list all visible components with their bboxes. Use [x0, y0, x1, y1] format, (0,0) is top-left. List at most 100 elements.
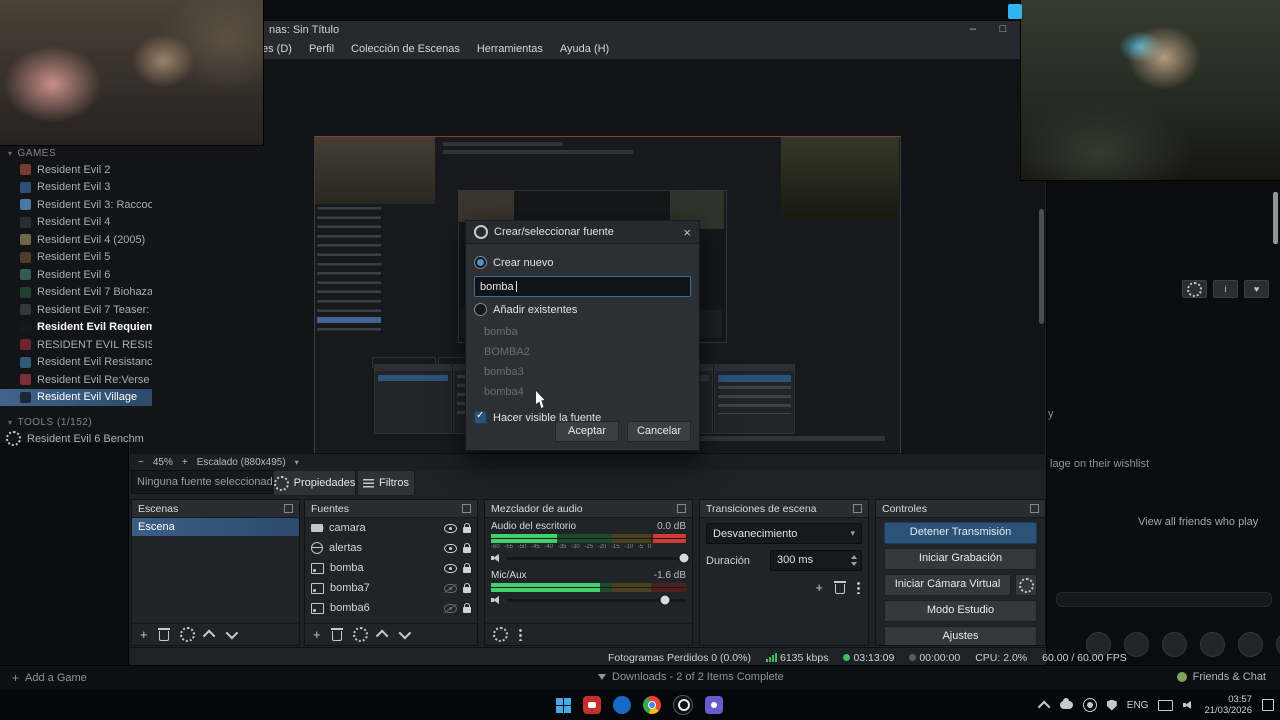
- library-game-item[interactable]: Resident Evil Resistanc: [0, 354, 152, 372]
- move-scene-up-button[interactable]: [202, 629, 216, 643]
- library-game-item[interactable]: Resident Evil 4 (2005): [0, 231, 152, 249]
- avatar[interactable]: [1124, 632, 1149, 657]
- source-list-item[interactable]: bomba7: [305, 578, 477, 598]
- mute-speaker-icon[interactable]: [491, 553, 502, 563]
- scenes-panel-header[interactable]: Escenas: [132, 500, 299, 518]
- menu-item-tools[interactable]: Herramientas: [477, 43, 543, 55]
- downloads-status-button[interactable]: Downloads - 2 of 2 Items Complete: [598, 671, 784, 683]
- clock[interactable]: 03:57 21/03/2026: [1204, 694, 1252, 717]
- source-list-item[interactable]: bomba: [305, 558, 477, 578]
- radio-add-existing[interactable]: Añadir existentes: [474, 303, 691, 316]
- page-wishlist-button[interactable]: ♥: [1244, 280, 1269, 298]
- library-game-item[interactable]: Resident Evil 6: [0, 266, 152, 284]
- volume-slider[interactable]: [507, 553, 689, 563]
- transition-more-button[interactable]: [857, 581, 860, 594]
- visibility-eye-off-icon[interactable]: [444, 583, 457, 593]
- menu-item-scene-collection[interactable]: Colección de Escenas: [351, 43, 460, 55]
- menu-item-help[interactable]: Ayuda (H): [560, 43, 609, 55]
- panel-dock-icon[interactable]: [1030, 504, 1039, 513]
- lock-icon[interactable]: [463, 582, 471, 593]
- touch-keyboard-icon[interactable]: [1158, 699, 1174, 711]
- radio-create-new[interactable]: Crear nuevo: [474, 256, 691, 269]
- tray-shield-icon[interactable]: [1106, 699, 1117, 711]
- source-list-item[interactable]: alertas: [305, 538, 477, 558]
- visibility-eye-icon[interactable]: [444, 543, 457, 553]
- zoom-out-button[interactable]: −: [138, 457, 144, 468]
- lock-icon[interactable]: [463, 542, 471, 553]
- lock-icon[interactable]: [463, 522, 471, 533]
- add-scene-button[interactable]: +: [140, 627, 148, 642]
- menu-item-docks[interactable]: es (D): [262, 43, 292, 55]
- avatar[interactable]: [1238, 632, 1263, 657]
- dialog-titlebar[interactable]: Crear/seleccionar fuente ×: [466, 221, 699, 244]
- games-section-header[interactable]: ▾ GAMES: [0, 145, 152, 161]
- virtual-camera-button[interactable]: Iniciar Cámara Virtual: [884, 574, 1011, 596]
- obs-taskbar-icon[interactable]: [673, 695, 693, 715]
- accept-button[interactable]: Aceptar: [555, 421, 619, 442]
- visibility-eye-icon[interactable]: [444, 563, 457, 573]
- language-indicator[interactable]: ENG: [1127, 700, 1149, 711]
- taskbar-app-blue-icon[interactable]: [613, 696, 631, 714]
- tray-cloud-icon[interactable]: [1059, 698, 1073, 709]
- virtual-camera-settings-button[interactable]: [1015, 574, 1037, 596]
- tray-expand-icon[interactable]: [1037, 700, 1051, 713]
- add-transition-button[interactable]: +: [815, 580, 823, 595]
- visibility-eye-icon[interactable]: [444, 523, 457, 533]
- move-source-up-button[interactable]: [375, 629, 389, 643]
- preview-vertical-scrollbar[interactable]: [1039, 209, 1044, 324]
- notification-center-icon[interactable]: [1262, 699, 1274, 711]
- panel-dock-icon[interactable]: [462, 504, 471, 513]
- close-icon[interactable]: ×: [683, 225, 691, 240]
- move-source-down-button[interactable]: [398, 626, 411, 640]
- page-info-button[interactable]: i: [1213, 280, 1238, 298]
- library-game-item[interactable]: Resident Evil Requiem: [0, 319, 152, 337]
- studio-mode-button[interactable]: Modo Estudio: [884, 600, 1037, 622]
- source-list-item[interactable]: camara: [305, 518, 477, 538]
- taskbar-app-purple-icon[interactable]: [705, 696, 723, 714]
- lock-icon[interactable]: [463, 602, 471, 613]
- maximize-button[interactable]: □: [996, 23, 1010, 35]
- page-settings-button[interactable]: [1182, 280, 1207, 298]
- library-tool-item[interactable]: Resident Evil 6 Benchm: [0, 430, 152, 448]
- page-scrollbar[interactable]: [1273, 192, 1278, 244]
- scene-filters-button[interactable]: [179, 627, 195, 642]
- library-game-item[interactable]: Resident Evil 7 Biohaza: [0, 284, 152, 302]
- friends-chat-button[interactable]: Friends & Chat: [1176, 671, 1266, 683]
- library-game-item[interactable]: Resident Evil 3: [0, 179, 152, 197]
- library-game-item-selected[interactable]: Resident Evil Village: [0, 388, 152, 406]
- volume-slider-handle[interactable]: [679, 553, 689, 563]
- existing-source-item[interactable]: BOMBA2: [484, 342, 691, 362]
- remove-source-button[interactable]: [330, 628, 343, 641]
- visibility-eye-off-icon[interactable]: [444, 603, 457, 613]
- source-properties-button[interactable]: [352, 627, 368, 642]
- scene-list-item[interactable]: Escena: [132, 518, 299, 536]
- library-game-item[interactable]: Resident Evil Re:Verse: [0, 371, 152, 389]
- mixer-panel-header[interactable]: Mezclador de audio: [485, 500, 692, 518]
- library-game-item[interactable]: Resident Evil 2: [0, 161, 152, 179]
- tools-section-header[interactable]: ▾ TOOLS (1/152): [0, 414, 152, 430]
- lock-icon[interactable]: [463, 562, 471, 573]
- existing-source-item[interactable]: bomba: [484, 322, 691, 342]
- controls-panel-header[interactable]: Controles: [876, 500, 1045, 518]
- library-game-item[interactable]: Resident Evil 4: [0, 214, 152, 232]
- taskbar-app-red-icon[interactable]: [583, 696, 601, 714]
- menu-item-profile[interactable]: Perfil: [309, 43, 334, 55]
- library-game-item[interactable]: Resident Evil 5: [0, 249, 152, 267]
- avatar[interactable]: [1162, 632, 1187, 657]
- transitions-panel-header[interactable]: Transiciones de escena: [700, 500, 868, 518]
- library-game-item[interactable]: Resident Evil 3: Raccoo: [0, 196, 152, 214]
- zoom-in-button[interactable]: +: [182, 457, 188, 468]
- filters-button[interactable]: Filtros: [357, 470, 415, 496]
- transition-select[interactable]: Desvanecimiento ▾: [706, 523, 862, 544]
- library-game-item[interactable]: RESIDENT EVIL RESISTA: [0, 336, 152, 354]
- existing-source-item[interactable]: bomba3: [484, 362, 691, 382]
- settings-button[interactable]: Ajustes: [884, 626, 1037, 645]
- cancel-button[interactable]: Cancelar: [627, 421, 691, 442]
- mute-speaker-icon[interactable]: [491, 595, 502, 605]
- mixer-settings-button[interactable]: [493, 627, 508, 642]
- source-list-item[interactable]: bomba6: [305, 598, 477, 618]
- view-friends-link[interactable]: View all friends who play: [1138, 516, 1258, 528]
- sources-panel-header[interactable]: Fuentes: [305, 500, 477, 518]
- panel-dock-icon[interactable]: [677, 504, 686, 513]
- minimize-button[interactable]: –: [966, 23, 980, 35]
